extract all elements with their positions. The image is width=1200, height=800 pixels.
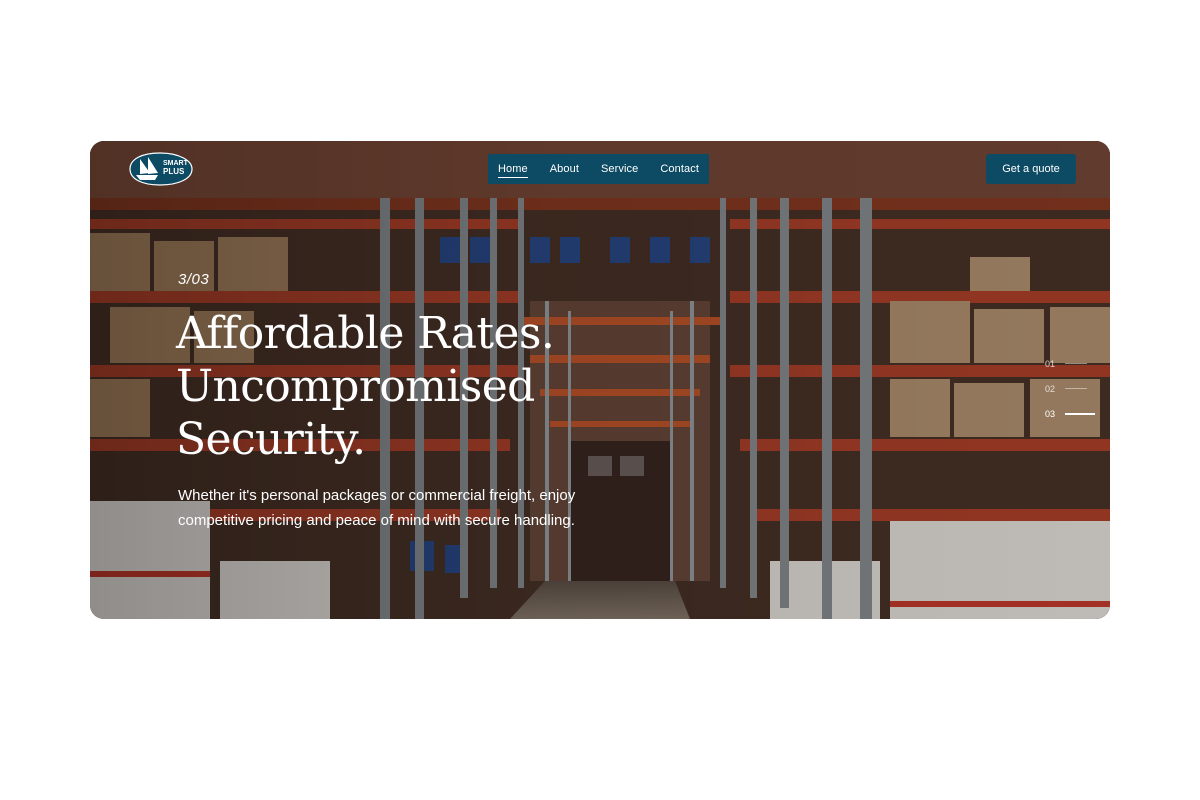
nav-item-service[interactable]: Service (601, 161, 638, 177)
slide-indicators: 01 02 03 (1045, 351, 1095, 426)
hero-headline: Affordable Rates. Uncompromised Security… (176, 307, 736, 466)
slide-indicator-02[interactable]: 02 (1045, 376, 1095, 401)
nav-item-about[interactable]: About (550, 161, 579, 177)
nav-item-home[interactable]: Home (498, 161, 528, 178)
slide-counter: 3/03 (178, 271, 210, 288)
main-nav: Home About Service Contact (488, 154, 709, 184)
logo-text-line2: PLUS (163, 167, 185, 176)
slide-indicator-line (1065, 388, 1087, 389)
logo-text-line1: SMART (163, 160, 189, 167)
get-a-quote-button[interactable]: Get a quote (986, 154, 1076, 184)
slide-indicator-label: 02 (1045, 383, 1056, 394)
logo[interactable]: SMART PLUS (128, 151, 194, 187)
slide-indicator-label: 01 (1045, 358, 1056, 369)
slide-indicator-label: 03 (1045, 408, 1056, 419)
nav-item-contact[interactable]: Contact (660, 161, 699, 177)
hero-headline-line: Affordable Rates. (176, 308, 555, 359)
hero-section: SMART PLUS Home About Service Contact Ge… (90, 141, 1110, 619)
slide-indicator-01[interactable]: 01 (1045, 351, 1095, 376)
slide-indicator-03[interactable]: 03 (1045, 401, 1095, 426)
hero-subtext: Whether it's personal packages or commer… (178, 487, 576, 529)
hero-headline-line: Uncompromised (176, 361, 535, 412)
slide-indicator-line (1065, 363, 1087, 364)
slide-indicator-line (1065, 412, 1095, 415)
hero-headline-line: Security. (176, 414, 366, 465)
